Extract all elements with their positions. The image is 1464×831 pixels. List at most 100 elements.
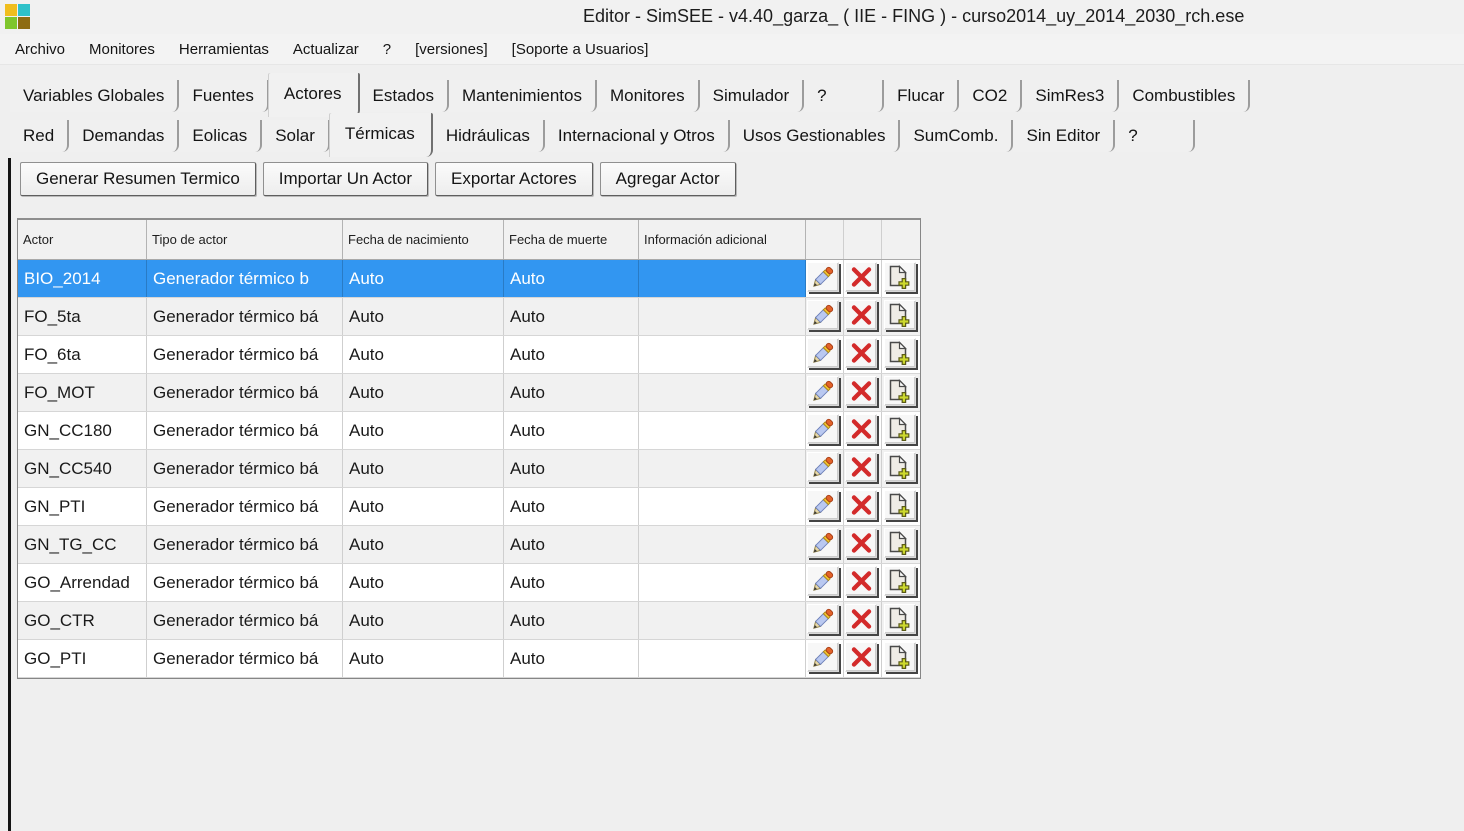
secondary-tab-internacional-y-otros[interactable]: Internacional y Otros [544,120,730,152]
menu-item-actualizar[interactable]: Actualizar [281,37,371,62]
edit-actor-button[interactable] [807,338,839,368]
delete-actor-button[interactable] [845,604,877,634]
duplicate-actor-button[interactable] [883,300,916,330]
primary-tab-combustibles[interactable]: Combustibles [1119,80,1251,112]
edit-actor-button[interactable] [807,490,839,520]
action-cell [844,450,882,487]
duplicate-actor-button[interactable] [883,414,916,444]
actor-row-gn-cc540[interactable]: GN_CC540 Generador térmico bá Auto Auto [18,450,920,488]
cell-nacimiento: Auto [343,412,504,449]
actor-row-gn-pti[interactable]: GN_PTI Generador térmico bá Auto Auto [18,488,920,526]
cell-info [639,526,806,563]
primary-tab-simres3[interactable]: SimRes3 [1022,80,1120,112]
column-header-fecha-de-nacimiento: Fecha de nacimiento [343,220,504,259]
edit-actor-button[interactable] [807,604,839,634]
edit-actor-button[interactable] [807,528,839,558]
duplicate-actor-button[interactable] [883,528,916,558]
delete-actor-button[interactable] [845,262,877,292]
actor-row-gn-cc180[interactable]: GN_CC180 Generador térmico bá Auto Auto [18,412,920,450]
delete-actor-button[interactable] [845,566,877,596]
edit-actor-button[interactable] [807,642,839,672]
cell-muerte: Auto [504,412,639,449]
edit-actor-button[interactable] [807,452,839,482]
menu-item-archivo[interactable]: Archivo [3,37,77,62]
primary-tab-variables-globales[interactable]: Variables Globales [10,80,180,112]
cell-tipo: Generador térmico bá [147,298,343,335]
duplicate-actor-button[interactable] [883,604,916,634]
actor-row-gn-tg-cc[interactable]: GN_TG_CC Generador térmico bá Auto Auto [18,526,920,564]
primary-tab-co2[interactable]: CO2 [959,80,1023,112]
primary-tab-strip: Variables Globales Fuentes Actores Estados M… [10,73,1251,117]
importar-un-actor-button[interactable]: Importar Un Actor [262,162,428,196]
pencil-icon [811,266,835,289]
secondary-tab-eolicas[interactable]: Eolicas [179,120,263,152]
duplicate-actor-button[interactable] [883,338,916,368]
actor-row-bio-2014[interactable]: BIO_2014 Generador térmico b Auto Auto [18,260,920,298]
secondary-tab-t-rmicas[interactable]: Térmicas [329,113,433,157]
menu-bar: Archivo Monitores Herramientas Actualizar?[… [0,34,1464,65]
actor-row-go-pti[interactable]: GO_PTI Generador térmico bá Auto Auto [18,640,920,678]
secondary-tab-usos-gestionables[interactable]: Usos Gestionables [729,120,901,152]
delete-actor-button[interactable] [845,376,877,406]
secondary-tab-strip: Red Demandas Eolicas Solar Térmicas Hidráulic… [10,113,1196,157]
duplicate-actor-button[interactable] [883,452,916,482]
doc-plus-icon [888,455,911,479]
delete-actor-button[interactable] [845,452,877,482]
duplicate-actor-button[interactable] [883,642,916,672]
duplicate-actor-button[interactable] [883,376,916,406]
edit-actor-button[interactable] [807,376,839,406]
actor-row-fo-5ta[interactable]: FO_5ta Generador térmico bá Auto Auto [18,298,920,336]
menu-item-q[interactable]: ? [371,37,403,62]
actor-row-go-ctr[interactable]: GO_CTR Generador térmico bá Auto Auto [18,602,920,640]
action-cell [806,336,844,373]
actor-row-fo-6ta[interactable]: FO_6ta Generador térmico bá Auto Auto [18,336,920,374]
delete-actor-button[interactable] [845,338,877,368]
exportar-actores-button[interactable]: Exportar Actores [435,162,593,196]
title-bar: Editor - SimSEE - v4.40_garza_ ( IIE - F… [0,0,1464,34]
primary-tab-q[interactable]: ? [804,80,885,112]
primary-tab-mantenimientos[interactable]: Mantenimientos [448,80,597,112]
primary-tab-monitores[interactable]: Monitores [596,80,700,112]
actor-row-go-arrendad[interactable]: GO_Arrendad Generador térmico bá Auto Auto [18,564,920,602]
duplicate-actor-button[interactable] [883,490,916,520]
menu-item-soporte-a-usuarios[interactable]: [Soporte a Usuarios] [500,37,661,62]
menu-item-monitores[interactable]: Monitores [77,37,167,62]
primary-tab-flucar[interactable]: Flucar [884,80,960,112]
edit-actor-button[interactable] [807,566,839,596]
edit-actor-button[interactable] [807,262,839,292]
primary-tab-fuentes[interactable]: Fuentes [179,80,269,112]
cell-info [639,640,806,677]
delete-actor-button[interactable] [845,414,877,444]
secondary-tab-sumcomb[interactable]: SumComb. [900,120,1014,152]
secondary-tab-red[interactable]: Red [10,120,70,152]
secondary-tab-sin-editor[interactable]: Sin Editor [1013,120,1116,152]
action-cell [844,640,882,677]
secondary-tab-solar[interactable]: Solar [262,120,330,152]
secondary-tab-demandas[interactable]: Demandas [69,120,180,152]
cell-tipo: Generador térmico bá [147,602,343,639]
delete-actor-button[interactable] [845,642,877,672]
edit-actor-button[interactable] [807,300,839,330]
delete-actor-button[interactable] [845,528,877,558]
secondary-tab-q[interactable]: ? [1115,120,1196,152]
agregar-actor-button[interactable]: Agregar Actor [599,162,736,196]
cell-muerte: Auto [504,640,639,677]
primary-tab-estados[interactable]: Estados [359,80,449,112]
cell-actor: BIO_2014 [18,260,147,297]
action-cell [844,336,882,373]
duplicate-actor-button[interactable] [883,262,916,292]
generar-resumen-termico-button[interactable]: Generar Resumen Termico [20,162,256,196]
actor-row-fo-mot[interactable]: FO_MOT Generador térmico bá Auto Auto [18,374,920,412]
action-cell [806,298,844,335]
menu-item-herramientas[interactable]: Herramientas [167,37,281,62]
primary-tab-simulador[interactable]: Simulador [699,80,805,112]
doc-plus-icon [888,417,911,441]
secondary-tab-hidr-ulicas[interactable]: Hidráulicas [432,120,545,152]
delete-actor-button[interactable] [845,490,877,520]
menu-item-versiones[interactable]: [versiones] [403,37,500,62]
delete-actor-button[interactable] [845,300,877,330]
duplicate-actor-button[interactable] [883,566,916,596]
column-header-actor: Actor [18,220,147,259]
primary-tab-actores[interactable]: Actores [268,73,360,117]
edit-actor-button[interactable] [807,414,839,444]
